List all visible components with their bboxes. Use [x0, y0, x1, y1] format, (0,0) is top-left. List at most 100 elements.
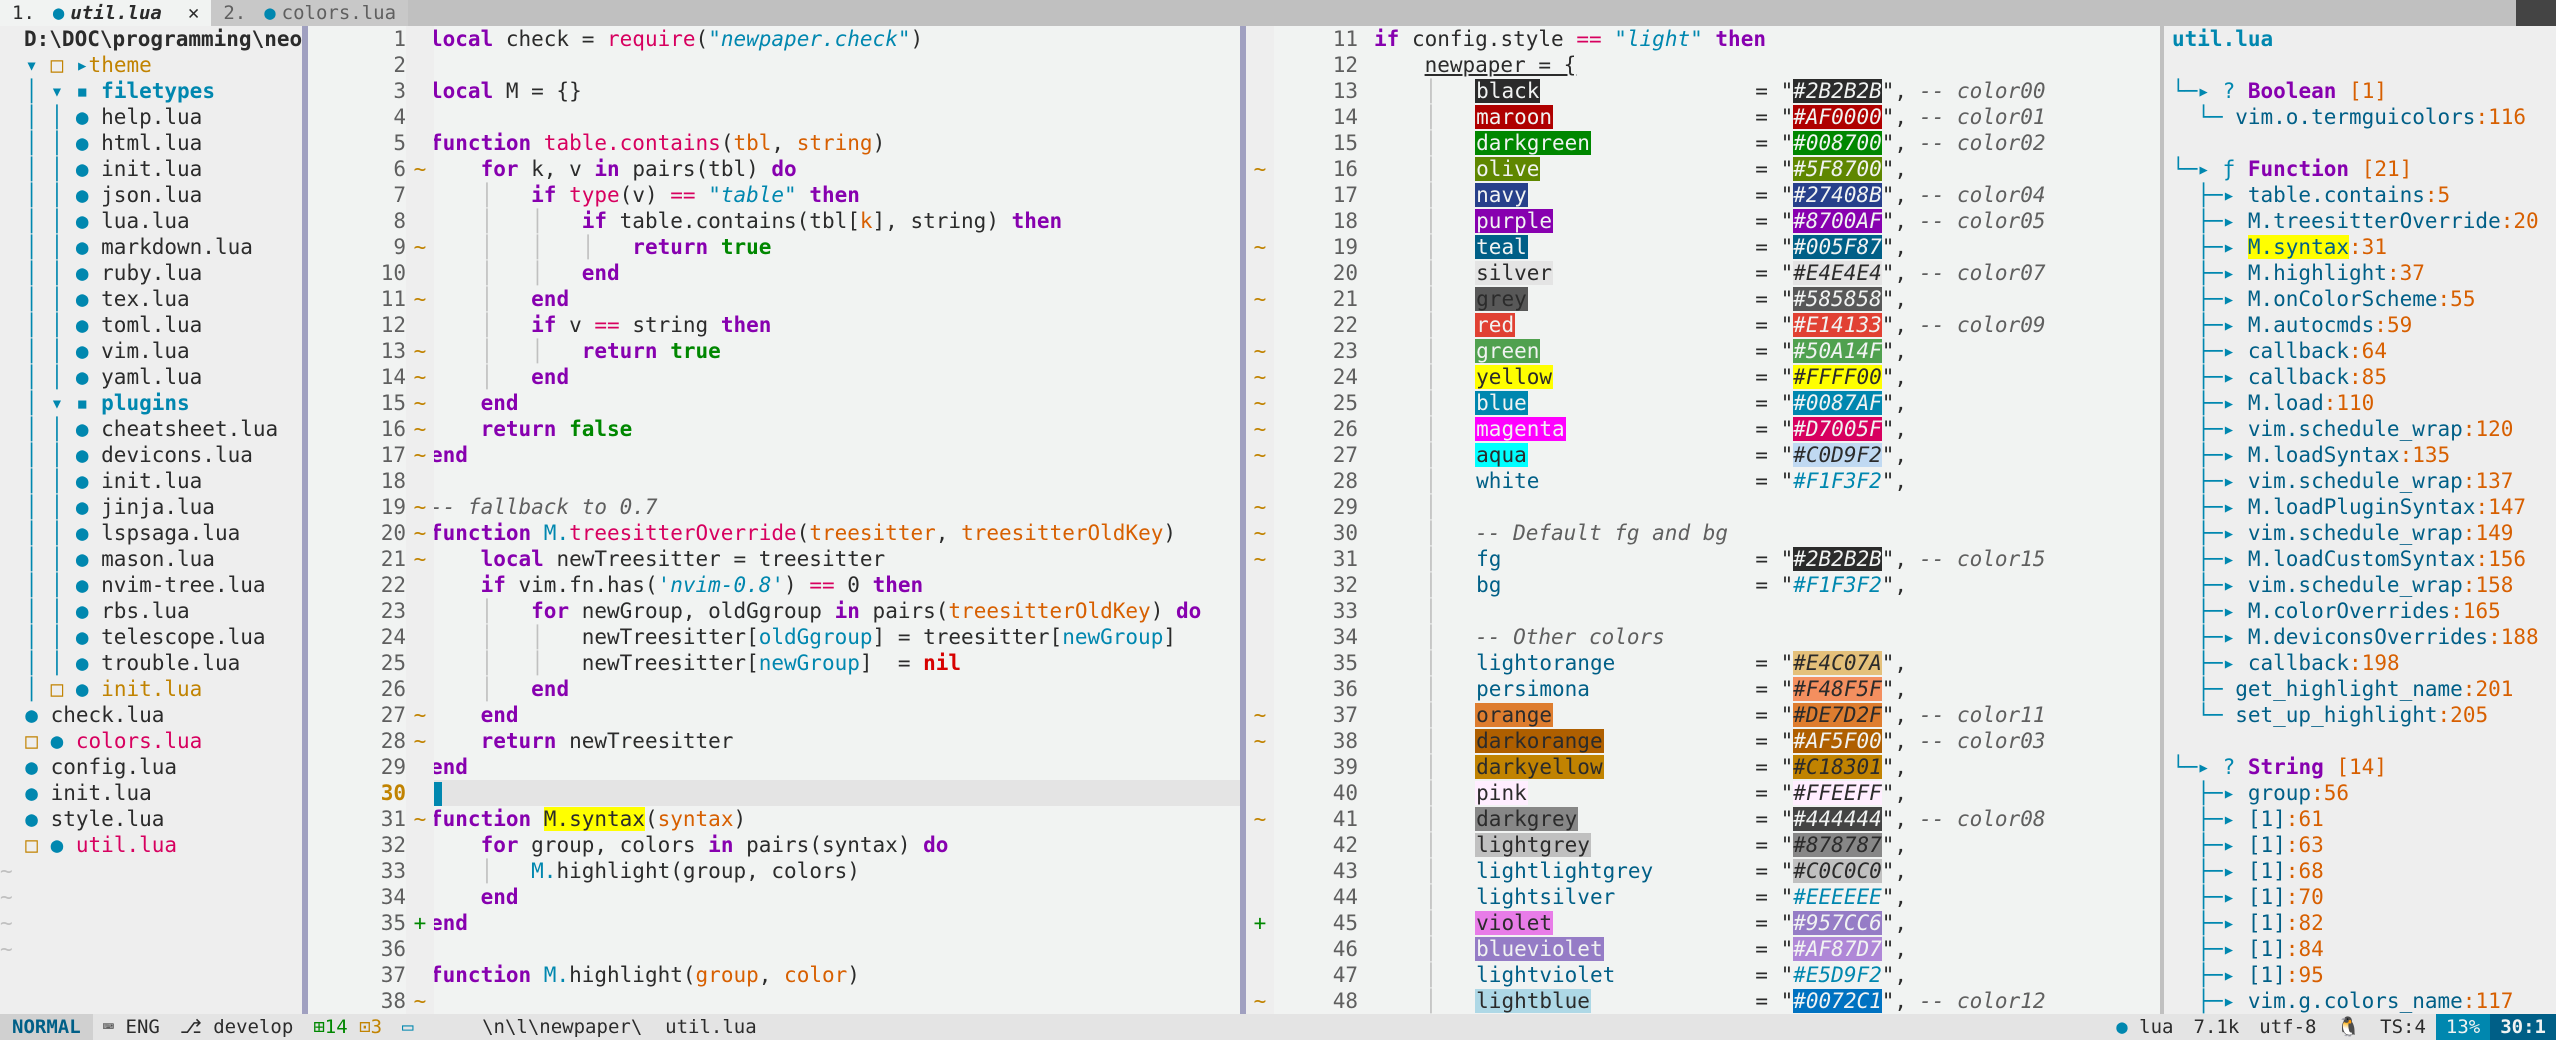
code-line[interactable]: │ persimona = "#F48F5F", [1374, 676, 2164, 702]
code-line[interactable]: │ darkgreen = "#008700", -- color02 [1374, 130, 2164, 156]
code-line[interactable]: │ silver = "#E4E4E4", -- color07 [1374, 260, 2164, 286]
tree-item[interactable]: │ │ ● nvim-tree.lua [0, 572, 302, 598]
code-line[interactable]: end [430, 884, 1240, 910]
tree-item[interactable]: ● config.lua [0, 754, 302, 780]
code-line[interactable]: function table.contains(tbl, string) [430, 130, 1240, 156]
code-line[interactable] [430, 780, 1240, 806]
code-line[interactable]: local check = require("newpaper.check") [430, 26, 1240, 52]
code-line[interactable]: │ end [430, 364, 1240, 390]
outline-item[interactable]: ├─▸ M.load:110 [2164, 390, 2556, 416]
outline-item[interactable]: ├─▸ table.contains:5 [2164, 182, 2556, 208]
code-line[interactable]: │ violet = "#957CC6", [1374, 910, 2164, 936]
tree-item[interactable]: │ │ ● help.lua [0, 104, 302, 130]
code-line[interactable]: │ olive = "#5F8700", [1374, 156, 2164, 182]
tab-colors-lua[interactable]: 2. ● colors.lua [211, 0, 409, 26]
tree-item[interactable]: │ │ ● html.lua [0, 130, 302, 156]
outline-group[interactable]: └─▸ ƒ Function [21] [2164, 156, 2556, 182]
code-line[interactable]: │ blueviolet = "#AF87D7", [1374, 936, 2164, 962]
code-line[interactable]: │ darkorange = "#AF5F00", -- color03 [1374, 728, 2164, 754]
code-line[interactable]: │ lightorange = "#E4C07A", [1374, 650, 2164, 676]
code-line[interactable]: │ lightsilver = "#EEEEEE", [1374, 884, 2164, 910]
code-line[interactable]: │ lightblue = "#0072C1", -- color12 [1374, 988, 2164, 1014]
code-line[interactable]: │ M.highlight(group, colors) [430, 858, 1240, 884]
outline-item[interactable]: ├─▸ vim.g.colors_name:117 [2164, 988, 2556, 1014]
code-line[interactable]: │ red = "#E14133", -- color09 [1374, 312, 2164, 338]
code-line[interactable] [430, 52, 1240, 78]
tree-item[interactable]: │ │ ● ruby.lua [0, 260, 302, 286]
outline-item[interactable]: └─ set_up_highlight:205 [2164, 702, 2556, 728]
outline-item[interactable]: ├─▸ M.deviconsOverrides:188 [2164, 624, 2556, 650]
outline-group[interactable]: └─▸ ? Boolean [1] [2164, 78, 2556, 104]
outline-item[interactable]: ├─▸ [1]:68 [2164, 858, 2556, 884]
tree-item[interactable]: ● style.lua [0, 806, 302, 832]
tree-item[interactable]: │ │ ● telescope.lua [0, 624, 302, 650]
code-line[interactable]: │ pink = "#FFEEFF", [1374, 780, 2164, 806]
code-line[interactable]: │ lightgrey = "#878787", [1374, 832, 2164, 858]
outline-item[interactable]: ├─▸ group:56 [2164, 780, 2556, 806]
outline-item[interactable]: ├─▸ vim.schedule_wrap:158 [2164, 572, 2556, 598]
code-line[interactable]: │ │ if table.contains(tbl[k], string) th… [430, 208, 1240, 234]
tree-item[interactable]: │ │ ● jinja.lua [0, 494, 302, 520]
code-line[interactable]: │ bg = "#F1F3F2", [1374, 572, 2164, 598]
outline-item[interactable]: ├─▸ vim.schedule_wrap:137 [2164, 468, 2556, 494]
editor-pane-util-lua[interactable]: 1 2 3 4 5 6 7 8 9 10 11 12 13 14 15 16 17 18 19 20 21 22 23 24 2… [308, 26, 1240, 1014]
code-line[interactable]: │ white = "#F1F3F2", [1374, 468, 2164, 494]
outline-item[interactable]: └─ vim.o.termguicolors:116 [2164, 104, 2556, 130]
code-line[interactable]: │ aqua = "#C0D9F2", [1374, 442, 2164, 468]
outline-item[interactable]: ├─ get_highlight_name:201 [2164, 676, 2556, 702]
tree-item[interactable]: │ │ ● tex.lua [0, 286, 302, 312]
code-line[interactable]: if config.style == "light" thenif config… [1374, 26, 2164, 52]
tree-item[interactable]: │ │ ● toml.lua [0, 312, 302, 338]
code-line[interactable]: │ if type(v) == "table" then [430, 182, 1240, 208]
tree-item[interactable]: │ │ ● rbs.lua [0, 598, 302, 624]
code-line[interactable]: │ end [430, 676, 1240, 702]
outline-item[interactable]: ├─▸ M.onColorScheme:55 [2164, 286, 2556, 312]
tree-item[interactable]: │ │ ● vim.lua [0, 338, 302, 364]
outline-item[interactable]: ├─▸ M.loadPluginSyntax:147 [2164, 494, 2556, 520]
tree-item[interactable]: │ │ ● lspsaga.lua [0, 520, 302, 546]
code-line[interactable]: end [430, 702, 1240, 728]
code-line[interactable]: │ fg = "#2B2B2B", -- color15 [1374, 546, 2164, 572]
code-line[interactable]: function M.treesitterOverride(treesitter… [430, 520, 1240, 546]
tree-item[interactable]: │ │ ● markdown.lua [0, 234, 302, 260]
tree-item[interactable]: □ ● colors.lua [0, 728, 302, 754]
outline-item[interactable]: ├─▸ callback:85 [2164, 364, 2556, 390]
code-line[interactable]: │ lightviolet = "#E5D9F2", [1374, 962, 2164, 988]
outline-item[interactable]: ├─▸ vim.schedule_wrap:120 [2164, 416, 2556, 442]
outline-item[interactable]: ├─▸ M.loadCustomSyntax:156 [2164, 546, 2556, 572]
code-line[interactable]: │ blue = "#0087AF", [1374, 390, 2164, 416]
outline-item[interactable]: ├─▸ M.highlight:37 [2164, 260, 2556, 286]
tree-item[interactable]: │ ▾ ▪ plugins [0, 390, 302, 416]
code-line[interactable]: │ yellow = "#FFFF00", [1374, 364, 2164, 390]
code-line[interactable]: end [430, 910, 1240, 936]
outline-item[interactable]: ├─▸ M.autocmds:59 [2164, 312, 2556, 338]
code-line[interactable]: │ if v == string then [430, 312, 1240, 338]
outline-item[interactable]: ├─▸ callback:198 [2164, 650, 2556, 676]
code-line[interactable]: │ [1374, 598, 2164, 624]
tree-item[interactable]: │ │ ● lua.lua [0, 208, 302, 234]
outline-item[interactable]: ├─▸ [1]:95 [2164, 962, 2556, 988]
code-line[interactable]: function M.highlight(group, color) [430, 962, 1240, 988]
code-line[interactable] [430, 988, 1240, 1014]
code-line[interactable]: │ │ return true [430, 338, 1240, 364]
outline-item[interactable]: ├─▸ M.syntax:31 [2164, 234, 2556, 260]
code-line[interactable]: │ green = "#50A14F", [1374, 338, 2164, 364]
tree-item[interactable]: │ □ ● init.lua [0, 676, 302, 702]
outline-item[interactable]: ├─▸ [1]:84 [2164, 936, 2556, 962]
code-line[interactable] [430, 936, 1240, 962]
tree-item[interactable]: │ │ ● yaml.lua [0, 364, 302, 390]
code-line[interactable] [430, 468, 1240, 494]
code-line[interactable]: │ teal = "#005F87", [1374, 234, 2164, 260]
outline-item[interactable]: ├─▸ [1]:70 [2164, 884, 2556, 910]
outline-item[interactable]: ├─▸ callback:64 [2164, 338, 2556, 364]
code-line[interactable]: │ │ end [430, 260, 1240, 286]
close-icon[interactable]: ✕ [188, 2, 199, 24]
tree-item[interactable]: □ ● util.lua [0, 832, 302, 858]
editor-pane-colors-lua[interactable]: ~ ~ ~ ~ ~ ~ ~ ~ ~ ~ ~ ~ ~ ~ + ~ 11 12 13 14 15 16 17 18 19 20 21 2… [1246, 26, 2168, 1014]
code-line[interactable] [430, 104, 1240, 130]
code-line[interactable]: end [430, 442, 1240, 468]
code-line[interactable]: │ grey = "#585858", [1374, 286, 2164, 312]
tree-item[interactable]: ▾ □ ▸theme [0, 52, 302, 78]
code-line[interactable]: │ │ │ return true [430, 234, 1240, 260]
code-line[interactable]: │ -- Other colors [1374, 624, 2164, 650]
